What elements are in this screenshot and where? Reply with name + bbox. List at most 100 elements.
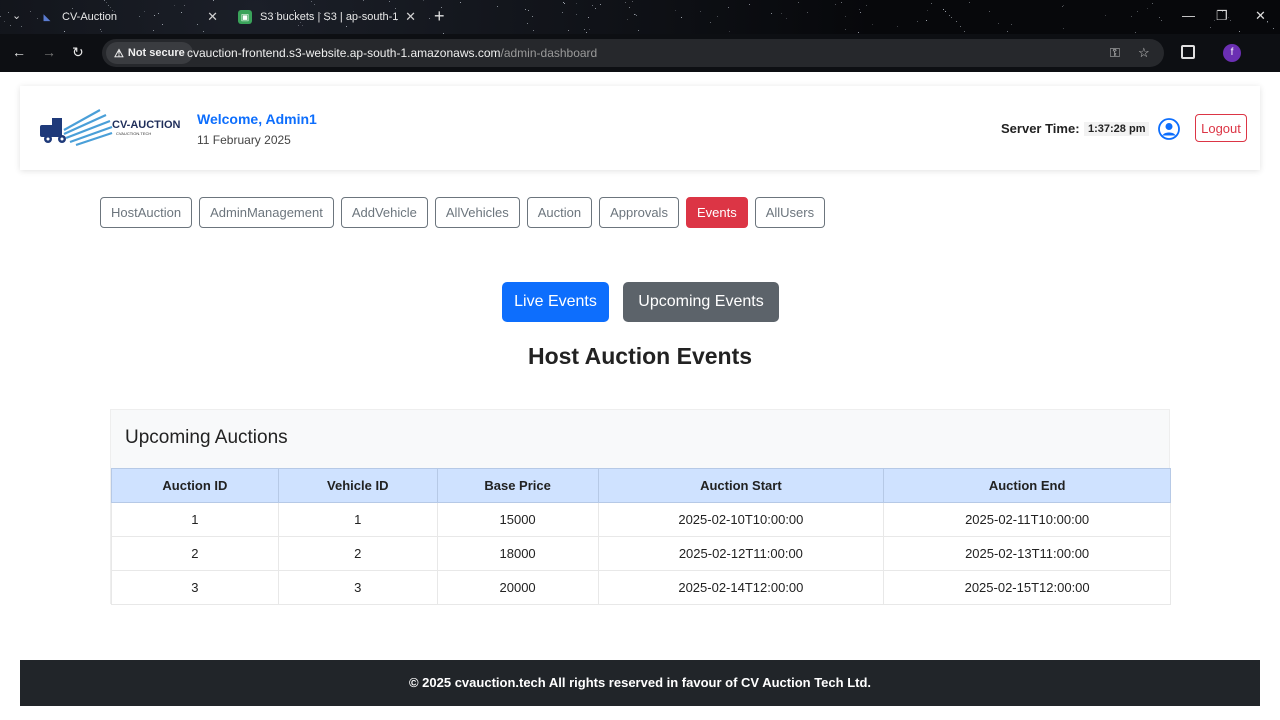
- table-cell: 1: [277, 502, 438, 537]
- star-dot: [841, 2, 842, 3]
- browser-tab-s3[interactable]: ▣ S3 buckets | S3 | ap-south-1 ✕: [238, 4, 416, 30]
- star-dot: [1105, 15, 1106, 16]
- nav-tab-events[interactable]: Events: [685, 197, 748, 228]
- star-dot: [527, 23, 528, 24]
- star-dot: [728, 7, 729, 8]
- footer: © 2025 cvauction.tech All rights reserve…: [20, 660, 1260, 706]
- star-dot: [21, 26, 22, 27]
- upcoming-events-button[interactable]: Upcoming Events: [623, 282, 779, 322]
- nav-tab-allvehicles[interactable]: AllVehicles: [434, 197, 520, 228]
- star-dot: [1063, 5, 1064, 6]
- nav-tab-approvals[interactable]: Approvals: [599, 197, 679, 228]
- star-dot: [10, 25, 11, 26]
- star-dot: [592, 5, 593, 6]
- not-secure-badge[interactable]: ⚠ Not secure: [106, 42, 193, 64]
- star-dot: [717, 16, 718, 17]
- live-events-button[interactable]: Live Events: [502, 282, 609, 322]
- star-dot: [153, 30, 154, 31]
- tab-search-icon[interactable]: ⌄: [12, 9, 21, 22]
- minimize-icon[interactable]: —: [1182, 8, 1195, 23]
- star-dot: [497, 6, 498, 7]
- table-row: 2 2 18000 2025-02-12T11:00:00 2025-02-13T11:…: [111, 536, 1171, 571]
- cv-auction-favicon-icon: ◣: [43, 11, 51, 22]
- table-cell: 18000: [436, 536, 599, 571]
- star-dot: [1214, 20, 1215, 21]
- forward-icon[interactable]: →: [42, 44, 56, 60]
- star-dot: [363, 0, 364, 1]
- table-cell: 2025-02-10T10:00:00: [597, 502, 885, 537]
- star-dot: [710, 22, 711, 23]
- close-window-icon[interactable]: ✕: [1255, 8, 1266, 24]
- table-row: 1 1 15000 2025-02-10T10:00:00 2025-02-11T10:…: [111, 502, 1171, 537]
- cv-auction-logo: CV-AUCTION CVAUCTION.TECH: [40, 109, 180, 147]
- url-path: /admin-dashboard: [500, 46, 598, 60]
- logout-button[interactable]: Logout: [1195, 114, 1247, 142]
- star-dot: [588, 17, 589, 18]
- star-dot: [749, 4, 750, 5]
- star-dot: [969, 2, 970, 3]
- column-header: Auction ID: [111, 468, 279, 503]
- nav-tab-auction[interactable]: Auction: [526, 197, 593, 228]
- nav-tab-hostauction[interactable]: HostAuction: [100, 197, 193, 228]
- star-dot: [927, 10, 928, 11]
- star-dot: [1228, 17, 1229, 18]
- star-dot: [860, 12, 861, 13]
- logo-subtext: CVAUCTION.TECH: [116, 131, 151, 136]
- upcoming-auctions-card: Upcoming Auctions Auction ID Vehicle ID Ba…: [110, 409, 1171, 605]
- bookmark-star-icon[interactable]: ☆: [1138, 45, 1150, 61]
- star-dot: [951, 17, 952, 18]
- star-dot: [926, 20, 927, 21]
- extensions-icon[interactable]: [1181, 45, 1195, 59]
- star-dot: [945, 11, 946, 12]
- star-dot: [104, 0, 105, 1]
- star-dot: [533, 30, 534, 31]
- reload-icon[interactable]: ↻: [72, 44, 84, 61]
- star-dot: [106, 2, 107, 3]
- star-dot: [729, 31, 730, 32]
- star-dot: [956, 21, 957, 22]
- url-text[interactable]: cvauction-frontend.s3-website.ap-south-1…: [187, 46, 597, 60]
- star-dot: [897, 26, 898, 27]
- star-dot: [213, 0, 214, 1]
- new-tab-icon[interactable]: +: [434, 6, 445, 27]
- star-dot: [1159, 17, 1160, 18]
- star-dot: [584, 29, 585, 30]
- close-tab-icon[interactable]: ✕: [207, 9, 218, 25]
- nav-tab-addvehicle[interactable]: AddVehicle: [340, 197, 428, 228]
- admin-nav: HostAuction AdminManagement AddVehicle AllV…: [100, 197, 826, 228]
- star-dot: [798, 2, 799, 3]
- star-dot: [562, 12, 563, 13]
- profile-avatar[interactable]: f: [1223, 44, 1241, 62]
- star-dot: [700, 11, 701, 12]
- logo-text: CV-AUCTION: [112, 119, 180, 131]
- column-header: Auction End: [883, 468, 1171, 503]
- star-dot: [1062, 6, 1063, 7]
- close-tab-icon[interactable]: ✕: [405, 9, 416, 25]
- password-key-icon[interactable]: ⚿: [1110, 45, 1120, 61]
- restore-icon[interactable]: ❐: [1216, 8, 1228, 24]
- nav-tab-adminmanagement[interactable]: AdminManagement: [199, 197, 334, 228]
- star-dot: [1063, 28, 1064, 29]
- table-cell: 2025-02-15T12:00:00: [883, 570, 1171, 605]
- star-dot: [964, 31, 965, 32]
- star-dot: [638, 30, 639, 31]
- star-dot: [632, 1, 633, 2]
- star-dot: [1230, 20, 1231, 21]
- back-icon[interactable]: ←: [12, 44, 26, 60]
- star-dot: [8, 12, 9, 13]
- star-dot: [627, 19, 628, 20]
- table-cell: 20000: [436, 570, 599, 605]
- table-cell: 2025-02-11T10:00:00: [883, 502, 1171, 537]
- address-bar[interactable]: ⚠ Not secure cvauction-frontend.s3-websi…: [102, 39, 1164, 67]
- star-dot: [786, 18, 787, 19]
- star-dot: [859, 9, 860, 10]
- star-dot: [30, 11, 31, 12]
- star-dot: [532, 16, 533, 17]
- star-dot: [37, 18, 38, 19]
- nav-tab-allusers[interactable]: AllUsers: [754, 197, 826, 228]
- user-profile-icon[interactable]: [1158, 118, 1180, 140]
- star-dot: [203, 31, 204, 32]
- star-dot: [525, 9, 526, 10]
- star-dot: [1131, 16, 1132, 17]
- browser-tab-cv-auction[interactable]: ◣ CV-Auction ✕: [40, 4, 218, 30]
